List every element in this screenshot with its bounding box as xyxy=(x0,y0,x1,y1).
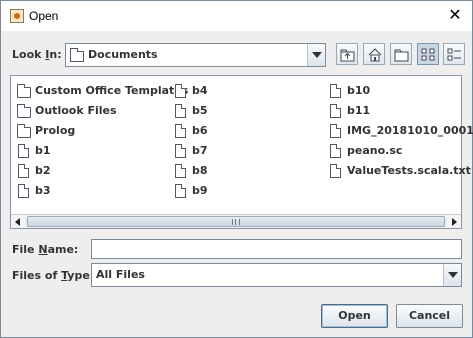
new-folder-icon xyxy=(394,49,409,62)
open-button[interactable]: Open xyxy=(321,304,388,328)
file-icon xyxy=(330,104,341,118)
files-of-type-combo[interactable]: All Files xyxy=(91,263,462,287)
details-view-button[interactable] xyxy=(443,43,465,65)
java-app-icon xyxy=(10,9,24,23)
files-of-type-value: All Files xyxy=(96,268,145,281)
file-icon xyxy=(330,144,341,158)
chevron-down-icon[interactable] xyxy=(443,264,461,286)
look-in-value: Documents xyxy=(88,48,158,61)
file-icon xyxy=(18,164,29,178)
list-view-button[interactable] xyxy=(417,43,439,65)
home-icon xyxy=(368,48,382,62)
new-folder-button[interactable] xyxy=(390,43,412,65)
file-icon xyxy=(175,164,186,178)
scroll-thumb[interactable] xyxy=(27,216,445,227)
folder-icon xyxy=(17,124,31,138)
up-one-level-icon xyxy=(340,49,355,62)
scroll-right-icon[interactable] xyxy=(447,215,461,228)
horizontal-scrollbar[interactable] xyxy=(11,214,461,228)
folder-icon xyxy=(17,84,31,98)
home-button[interactable] xyxy=(363,43,385,65)
details-view-icon xyxy=(447,48,461,61)
close-icon[interactable]: ✕ xyxy=(444,5,466,25)
cancel-button[interactable]: Cancel xyxy=(396,304,463,328)
open-dialog: Open ✕ Look In: Documents Custom Office … xyxy=(0,0,473,338)
window-title: Open xyxy=(29,9,59,23)
up-one-level-button[interactable] xyxy=(336,43,358,65)
folder-icon xyxy=(17,104,31,118)
folder-icon xyxy=(70,48,84,62)
file-list[interactable]: Custom Office Templates Outlook Files Pr… xyxy=(10,75,473,229)
title-bar: Open ✕ xyxy=(1,1,472,31)
look-in-combo[interactable]: Documents xyxy=(65,43,326,67)
list-view-icon xyxy=(421,48,435,61)
file-icon xyxy=(330,164,341,178)
file-icon xyxy=(175,144,186,158)
grip-icon xyxy=(232,219,240,225)
chevron-down-icon[interactable] xyxy=(307,44,325,66)
file-icon xyxy=(18,144,29,158)
file-icon xyxy=(330,124,341,138)
file-icon xyxy=(175,104,186,118)
file-icon xyxy=(330,84,341,98)
file-name-input[interactable] xyxy=(91,239,462,259)
file-name-label: File Name: xyxy=(12,243,79,256)
file-icon xyxy=(175,124,186,138)
file-icon xyxy=(175,84,186,98)
files-of-type-label: Files of Type: xyxy=(12,269,95,282)
look-in-label: Look In: xyxy=(12,48,62,61)
file-icon xyxy=(18,184,29,198)
file-icon xyxy=(175,184,186,198)
scroll-left-icon[interactable] xyxy=(11,215,25,228)
